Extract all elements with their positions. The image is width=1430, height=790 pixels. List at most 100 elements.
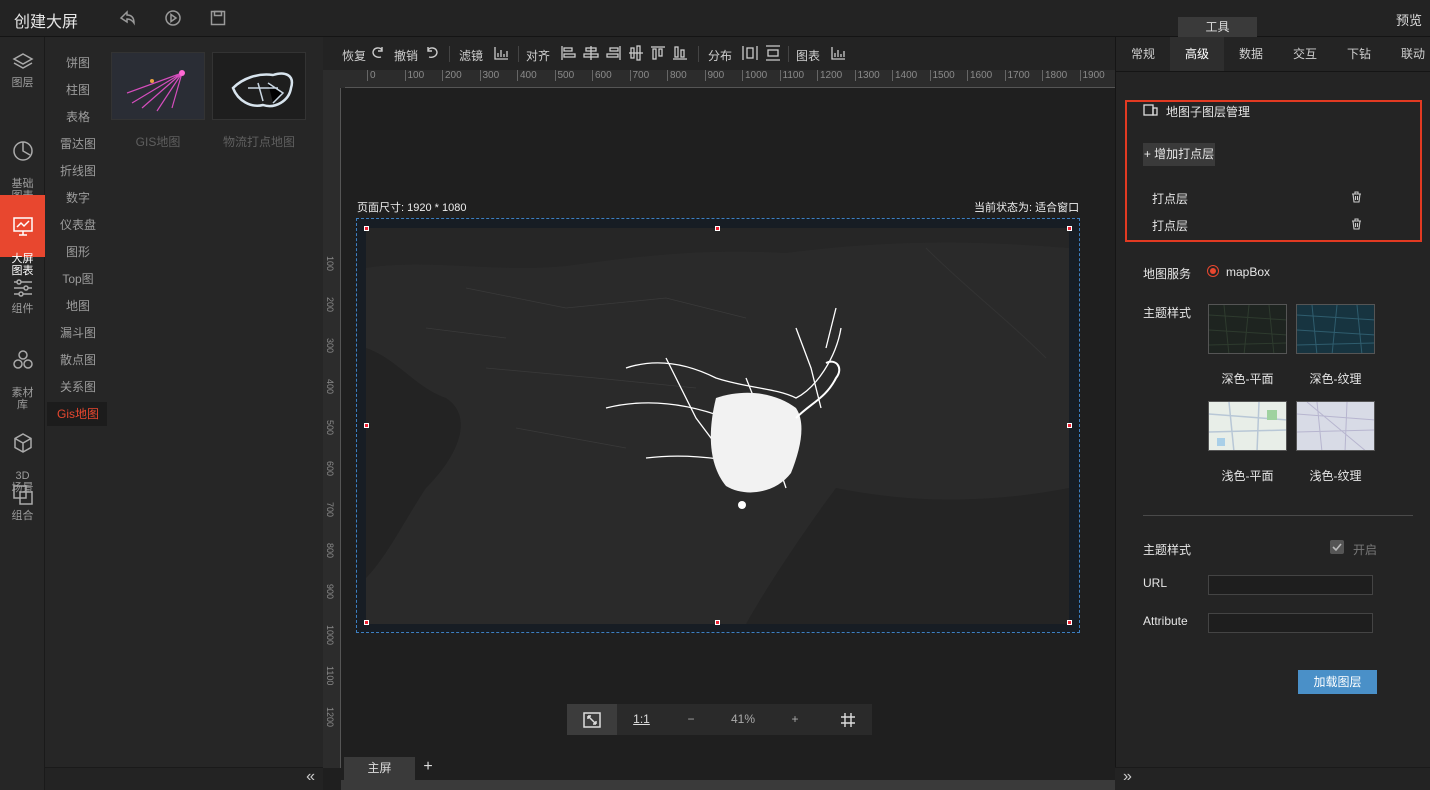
trash-icon[interactable] bbox=[1351, 191, 1362, 203]
actual-size-button[interactable]: 1:1 bbox=[619, 704, 664, 735]
align-bottom-icon[interactable] bbox=[672, 45, 688, 61]
thumbnail-gis-map[interactable] bbox=[111, 52, 205, 120]
filter-chart-icon[interactable] bbox=[493, 45, 509, 61]
align-center-v-icon[interactable] bbox=[628, 45, 644, 61]
left-nav: 图层 基础 图表 大屏 图表 组件 素材 库 3D 场景 组合 bbox=[0, 37, 45, 790]
ruler-tick-label: 900 bbox=[325, 584, 335, 600]
align-button[interactable]: 对齐 bbox=[526, 47, 550, 64]
resize-handle[interactable] bbox=[1067, 620, 1072, 625]
category-item[interactable]: 仪表盘 bbox=[47, 213, 109, 237]
screen-tab-main[interactable]: 主屏 bbox=[344, 757, 415, 780]
redo-icon[interactable] bbox=[370, 45, 386, 61]
expand-right-icon[interactable]: » bbox=[1123, 768, 1132, 786]
nav-item-layers[interactable]: 图层 bbox=[0, 51, 45, 101]
map-service-value[interactable]: mapBox bbox=[1226, 265, 1270, 279]
tab-data[interactable]: 数据 bbox=[1224, 37, 1278, 71]
load-layer-button[interactable]: 加载图层 bbox=[1298, 670, 1377, 694]
align-right-icon[interactable] bbox=[606, 45, 622, 61]
gis-map-widget[interactable] bbox=[366, 228, 1069, 624]
undo-icon[interactable] bbox=[424, 45, 440, 61]
category-item[interactable]: 图形 bbox=[47, 240, 109, 264]
category-item[interactable]: 关系图 bbox=[47, 375, 109, 399]
sublayer-icon bbox=[1143, 104, 1158, 116]
align-left-icon[interactable] bbox=[560, 45, 576, 61]
resize-handle[interactable] bbox=[364, 620, 369, 625]
ruler-tick-label: 1300 bbox=[854, 70, 880, 81]
map-service-radio[interactable] bbox=[1207, 265, 1219, 277]
theme-light-texture[interactable] bbox=[1296, 401, 1375, 451]
nav-item-group[interactable]: 组合 bbox=[0, 484, 45, 529]
thumbnail-logistics-map[interactable] bbox=[212, 52, 306, 120]
nav-item-materials[interactable]: 素材 库 bbox=[0, 337, 45, 411]
resize-handle[interactable] bbox=[364, 226, 369, 231]
resize-handle[interactable] bbox=[364, 423, 369, 428]
dashboard-icon bbox=[12, 217, 33, 236]
ruler-tick-label: 1500 bbox=[929, 70, 955, 81]
trash-icon[interactable] bbox=[1351, 218, 1362, 230]
align-top-icon[interactable] bbox=[650, 45, 666, 61]
ruler-tick-label: 400 bbox=[517, 70, 537, 81]
nav-item-basic-charts[interactable]: 基础 图表 bbox=[0, 128, 45, 202]
tab-interaction[interactable]: 交互 bbox=[1278, 37, 1332, 71]
horizontal-scrollbar[interactable] bbox=[341, 780, 1115, 790]
tab-drilldown[interactable]: 下钻 bbox=[1332, 37, 1386, 71]
undo-button[interactable]: 撤销 bbox=[394, 47, 418, 64]
category-item[interactable]: 饼图 bbox=[47, 51, 109, 75]
tab-general[interactable]: 常规 bbox=[1116, 37, 1170, 71]
resize-handle[interactable] bbox=[715, 226, 720, 231]
distribute-v-icon[interactable] bbox=[765, 45, 781, 61]
zoom-in-button[interactable]: + bbox=[770, 704, 820, 735]
collapse-left-icon[interactable]: « bbox=[306, 768, 315, 786]
nav-item-components[interactable]: 组件 bbox=[0, 277, 45, 317]
category-item[interactable]: 散点图 bbox=[47, 348, 109, 372]
redo-button[interactable]: 恢复 bbox=[342, 47, 366, 64]
grid-toggle-button[interactable] bbox=[823, 704, 872, 735]
category-item-gis-map[interactable]: Gis地图 bbox=[47, 402, 109, 426]
url-input[interactable] bbox=[1208, 575, 1373, 595]
play-icon[interactable] bbox=[164, 9, 182, 27]
category-item[interactable]: 地图 bbox=[47, 294, 109, 318]
fit-window-button[interactable] bbox=[567, 704, 617, 735]
attribution-label: Attribute bbox=[1143, 614, 1188, 628]
attribution-input[interactable] bbox=[1208, 613, 1373, 633]
nav-item-screen-charts[interactable]: 大屏 图表 bbox=[0, 195, 45, 277]
distribute-h-icon[interactable] bbox=[742, 45, 758, 61]
category-item[interactable]: 漏斗图 bbox=[47, 321, 109, 345]
chart-button[interactable]: 图表 bbox=[796, 47, 820, 64]
enable-checkbox[interactable] bbox=[1330, 540, 1344, 554]
category-item[interactable]: Top图 bbox=[47, 267, 109, 291]
add-marker-layer-button[interactable]: + 增加打点层 bbox=[1143, 143, 1215, 166]
sublayer-item[interactable]: 打点层 bbox=[1152, 190, 1188, 207]
resize-handle[interactable] bbox=[1067, 423, 1072, 428]
tab-advanced[interactable]: 高级 bbox=[1170, 37, 1224, 71]
tab-linkage[interactable]: 联动 bbox=[1386, 37, 1430, 71]
add-screen-button[interactable]: + bbox=[418, 757, 438, 780]
category-item[interactable]: 折线图 bbox=[47, 159, 109, 183]
category-item[interactable]: 数字 bbox=[47, 186, 109, 210]
vertical-ruler: 100 200 300 400 500 600 700 800 900 1000 1100 1200 bbox=[323, 88, 341, 768]
tools-tab[interactable]: 工具 bbox=[1178, 17, 1257, 37]
ruler-tick-label: 0 bbox=[367, 70, 376, 81]
align-center-h-icon[interactable] bbox=[583, 45, 599, 61]
distribute-button[interactable]: 分布 bbox=[708, 47, 732, 64]
ruler-tick-label: 600 bbox=[592, 70, 612, 81]
preview-button[interactable]: 预览 bbox=[1396, 10, 1422, 29]
theme-dark-texture[interactable] bbox=[1296, 304, 1375, 354]
theme-dark-flat[interactable] bbox=[1208, 304, 1287, 354]
page-size-label: 页面尺寸: 1920 * 1080 bbox=[357, 202, 467, 214]
filter-button[interactable]: 滤镜 bbox=[459, 47, 483, 64]
sublayer-item[interactable]: 打点层 bbox=[1152, 217, 1188, 234]
zoom-out-button[interactable]: − bbox=[666, 704, 716, 735]
nav-item-3d-scene[interactable]: 3D 场景 bbox=[0, 420, 45, 494]
theme-light-flat[interactable] bbox=[1208, 401, 1287, 451]
chart-category-list: 饼图 柱图 表格 雷达图 折线图 数字 仪表盘 图形 Top图 地图 漏斗图 散… bbox=[45, 37, 109, 767]
ruler-tick-label: 1200 bbox=[325, 707, 335, 728]
save-icon[interactable] bbox=[209, 9, 227, 27]
back-icon[interactable] bbox=[118, 9, 136, 27]
category-item[interactable]: 表格 bbox=[47, 105, 109, 129]
resize-handle[interactable] bbox=[1067, 226, 1072, 231]
category-item[interactable]: 雷达图 bbox=[47, 132, 109, 156]
chart-icon[interactable] bbox=[830, 45, 846, 61]
resize-handle[interactable] bbox=[715, 620, 720, 625]
category-item[interactable]: 柱图 bbox=[47, 78, 109, 102]
